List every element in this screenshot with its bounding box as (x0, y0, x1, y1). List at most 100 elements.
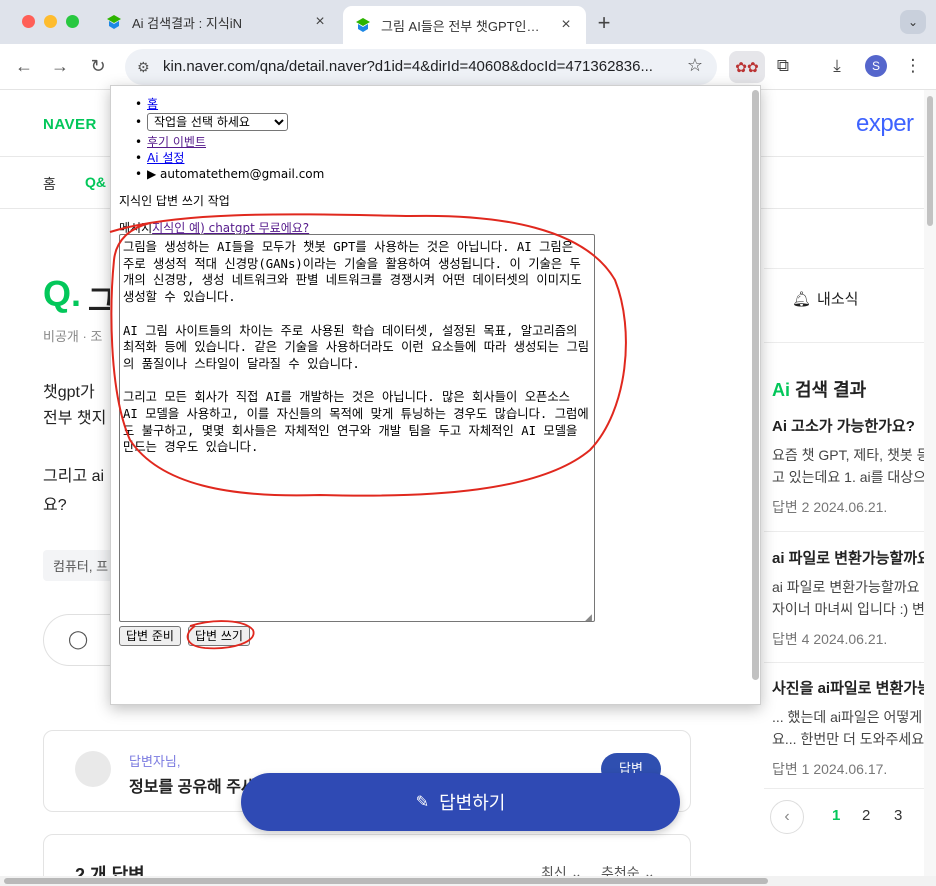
sidebar-divider (764, 788, 936, 789)
popup-home-link[interactable]: 홈 (147, 97, 158, 111)
message-example-link[interactable]: 지식인 예) chatgpt 무료에요? (152, 221, 309, 235)
question-body-2: 그리고 ai 요? (43, 462, 113, 520)
answer-prompt-sub: 답변자님, (129, 754, 181, 769)
browser-toolbar: ← → ↻ ⚙ kin.naver.com/qna/detail.naver?d… (0, 44, 936, 90)
question-body-line: 그리고 ai (43, 468, 105, 485)
url-text[interactable]: kin.naver.com/qna/detail.naver?d1id=4&di… (163, 58, 673, 75)
ai-result-item[interactable]: ai 파일로 변환가능할까요 ai 파일로 변환가능할까요 디 자이너 마녀씨 … (772, 548, 936, 650)
tab-close-icon[interactable]: × (558, 16, 574, 34)
new-tab-button[interactable]: + (594, 10, 614, 36)
textarea-resize-handle[interactable]: ◢ (585, 613, 592, 623)
popup-scrollbar[interactable] (752, 90, 759, 680)
sidebar-divider (764, 342, 936, 343)
message-prefix: 메시지 (119, 221, 153, 235)
answer-prompt-text: 정보를 공유해 주세 (129, 779, 256, 796)
bell-icon: 🔔︎ (792, 291, 812, 308)
pen-icon: ✎ (415, 794, 430, 811)
popup-menu: 홈 작업을 선택 하세요 후기 이벤트 Ai 설정 ▶ automatethem… (135, 96, 324, 182)
question-tag[interactable]: 컴퓨터, 프 (43, 550, 119, 581)
close-window-button[interactable] (22, 15, 35, 28)
ai-result-item[interactable]: 사진을 ai파일로 변환가능 ... 했는데 ai파일은 어떻게 요... 한번… (772, 678, 936, 780)
ai-result-snippet: 자이너 마녀씨 입니다 :) 변 (772, 601, 925, 617)
download-icon[interactable]: ⤓ (826, 56, 848, 76)
ai-result-item[interactable]: Ai 고소가 가능한가요? 요즘 챗 GPT, 제타, 챗봇 등 고 있는데요 … (772, 416, 936, 518)
popup-menu-item: 후기 이벤트 (135, 134, 324, 150)
nav-qna-tab[interactable]: Q& (85, 174, 106, 190)
answerer-avatar (75, 751, 111, 787)
ai-heading-rest: 검색 결과 (790, 380, 867, 400)
popup-menu-item: 작업을 선택 하세요 (135, 112, 324, 134)
write-answer-fab[interactable]: ✎ 답변하기 (241, 773, 680, 831)
question-body: 챗gpt가 전부 챗지 (43, 380, 113, 432)
ai-result-meta: 답변 1 2024.06.17. (772, 761, 888, 777)
pager-prev-button[interactable]: ‹ (770, 800, 804, 834)
site-settings-icon[interactable]: ⚙ (137, 59, 150, 76)
extensions-puzzle-icon[interactable]: ⧉ (772, 56, 794, 76)
tab-title: Ai 검색결과 : 지식iN (132, 15, 243, 31)
ai-result-snippet: 요즘 챗 GPT, 제타, 챗봇 등 (772, 447, 930, 463)
tab-search-menu-button[interactable]: ⌄ (900, 10, 926, 34)
task-label: 지식인 답변 쓰기 작업 (119, 194, 230, 208)
question-mark: Q. (43, 273, 82, 314)
reload-icon[interactable]: ↻ (88, 56, 108, 77)
browser-tab-bar: Ai 검색결과 : 지식iN × 그림 AI들은 전부 챗GPT인가요? : ×… (0, 0, 936, 44)
tab-ai-images-question[interactable]: 그림 AI들은 전부 챗GPT인가요? : × (343, 6, 586, 44)
kin-favicon-icon (107, 15, 121, 29)
browser-menu-icon[interactable]: ⋮ (902, 56, 924, 76)
ai-results-heading: Ai 검색 결과 (772, 376, 866, 402)
scrollbar-thumb[interactable] (752, 90, 759, 680)
notifications-label: 내소식 (817, 291, 859, 308)
scrollbar-thumb[interactable] (4, 878, 768, 884)
ai-result-title: Ai 고소가 가능한가요? (772, 418, 915, 435)
ai-results-pager: ‹ 1 2 3 (770, 800, 936, 834)
ai-result-snippet: ai 파일로 변환가능할까요 디 (772, 579, 936, 595)
expert-logo[interactable]: exper (856, 110, 914, 138)
extension-popup: 홈 작업을 선택 하세요 후기 이벤트 Ai 설정 ▶ automatethem… (110, 85, 761, 705)
task-select[interactable]: 작업을 선택 하세요 (147, 113, 288, 131)
question-body-line: 전부 챗지 (43, 410, 107, 427)
account-disclosure[interactable]: ▶ automatethem@gmail.com (147, 167, 324, 181)
back-arrow-icon[interactable]: ← (14, 56, 34, 77)
pager-page-2[interactable]: 2 (862, 807, 870, 824)
ai-result-snippet: ... 했는데 ai파일은 어떻게 (772, 709, 923, 725)
sidebar-divider (764, 662, 936, 663)
tab-ai-search-results[interactable]: Ai 검색결과 : 지식iN × (94, 6, 340, 38)
ai-result-title: 사진을 ai파일로 변환가능 (772, 680, 931, 697)
speech-bubble-icon: ◯ (68, 629, 89, 649)
question-body-line: 요? (43, 497, 67, 514)
popup-menu-item: 홈 (135, 96, 324, 112)
kin-favicon-icon (356, 18, 370, 32)
question-body-line: 챗gpt가 (43, 384, 95, 401)
ai-result-snippet: 요... 한번만 더 도와주세요 (772, 731, 925, 747)
extension-active-icon[interactable]: ✿✿ (729, 51, 765, 83)
nav-home-tab[interactable]: 홈 (43, 174, 56, 194)
naver-logo[interactable]: NAVER (43, 116, 97, 133)
popup-event-link[interactable]: 후기 이벤트 (147, 135, 206, 149)
prepare-answer-button[interactable]: 답변 준비 (119, 626, 181, 646)
bookmark-star-icon[interactable]: ☆ (687, 55, 703, 76)
ai-accent: Ai (772, 380, 790, 400)
profile-avatar[interactable]: S (865, 55, 887, 77)
scrollbar-thumb[interactable] (927, 96, 933, 226)
popup-menu-item: Ai 설정 (135, 150, 324, 166)
popup-ai-settings-link[interactable]: Ai 설정 (147, 151, 184, 165)
popup-menu-item: ▶ automatethem@gmail.com (135, 166, 324, 182)
pager-page-1[interactable]: 1 (832, 807, 840, 824)
maximize-window-button[interactable] (66, 15, 79, 28)
question-meta: 비공개 · 조 (43, 329, 103, 344)
tab-close-icon[interactable]: × (312, 13, 328, 31)
address-bar[interactable]: ⚙ kin.naver.com/qna/detail.naver?d1id=4&… (125, 49, 717, 85)
notifications-button[interactable]: 🔔︎ 내소식 (792, 288, 858, 309)
ai-result-meta: 답변 4 2024.06.21. (772, 631, 888, 647)
write-answer-label: 답변하기 (439, 793, 506, 813)
sidebar-divider (764, 531, 936, 532)
minimize-window-button[interactable] (44, 15, 57, 28)
write-answer-button[interactable]: 답변 쓰기 (188, 626, 250, 646)
page-horizontal-scrollbar[interactable] (0, 876, 936, 886)
tab-title: 그림 AI들은 전부 챗GPT인가요? : (381, 18, 550, 34)
forward-arrow-icon[interactable]: → (50, 56, 70, 77)
page-vertical-scrollbar[interactable] (924, 90, 936, 876)
pager-page-3[interactable]: 3 (894, 807, 902, 824)
answer-textarea[interactable]: 그림을 생성하는 AI들을 모두가 챗봇 GPT를 사용하는 것은 아닙니다. … (119, 234, 595, 622)
comment-button[interactable]: ◯ (43, 614, 113, 666)
